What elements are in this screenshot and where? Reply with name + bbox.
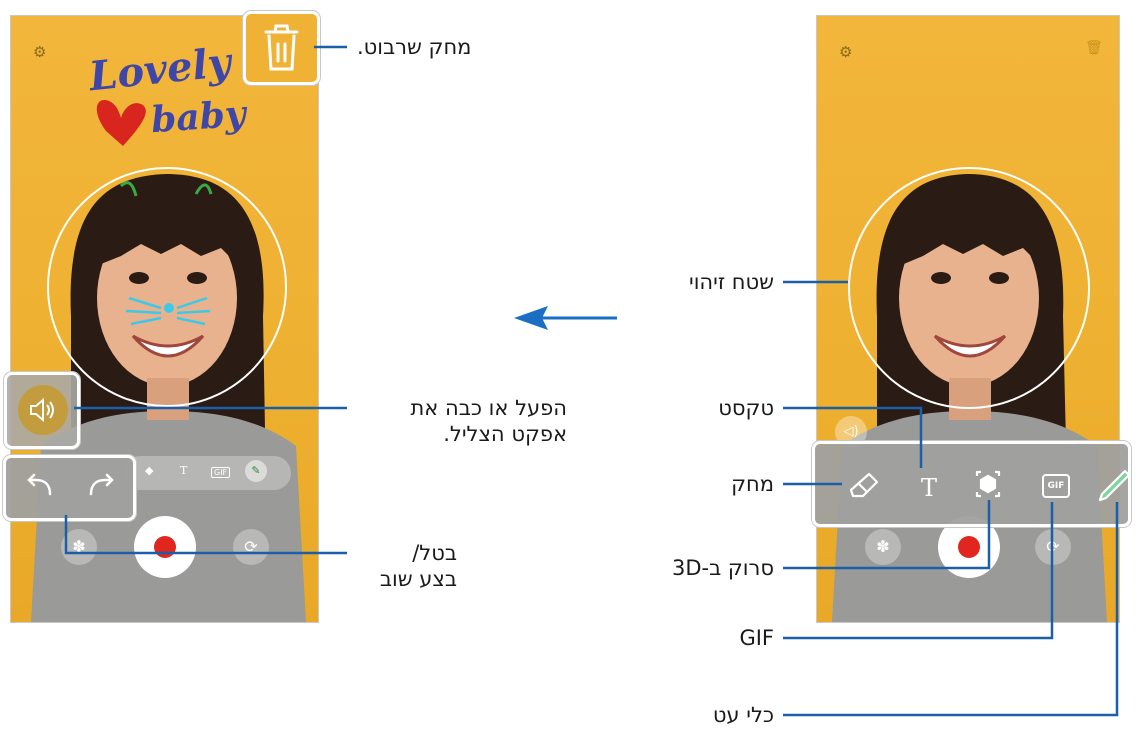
- label-text: טקסט: [718, 396, 774, 420]
- callout-lines: [64, 45, 1119, 717]
- label-clear-drawing: מחק שרבוט.: [357, 35, 472, 59]
- direction-arrow-icon: [514, 306, 617, 330]
- label-sound-toggle-line1: הפעל או כבה את: [410, 396, 567, 420]
- label-sound-toggle-line2: אפקט הצליל.: [443, 422, 567, 446]
- label-detection-area: שטח זיהוי: [689, 270, 774, 294]
- label-undo-redo-line1: בטל/: [412, 541, 457, 565]
- label-eraser: מחק: [731, 472, 774, 496]
- label-scan-3d: סרוק ב-3D: [671, 556, 774, 580]
- label-undo-redo-line2: בצע שוב: [379, 567, 457, 591]
- label-gif: GIF: [739, 626, 774, 650]
- label-undo-redo: בטל/ בצע שוב: [357, 540, 457, 592]
- label-sound-toggle: הפעל או כבה את אפקט הצליל.: [357, 395, 567, 447]
- label-pen-tool: כלי עט: [712, 703, 774, 727]
